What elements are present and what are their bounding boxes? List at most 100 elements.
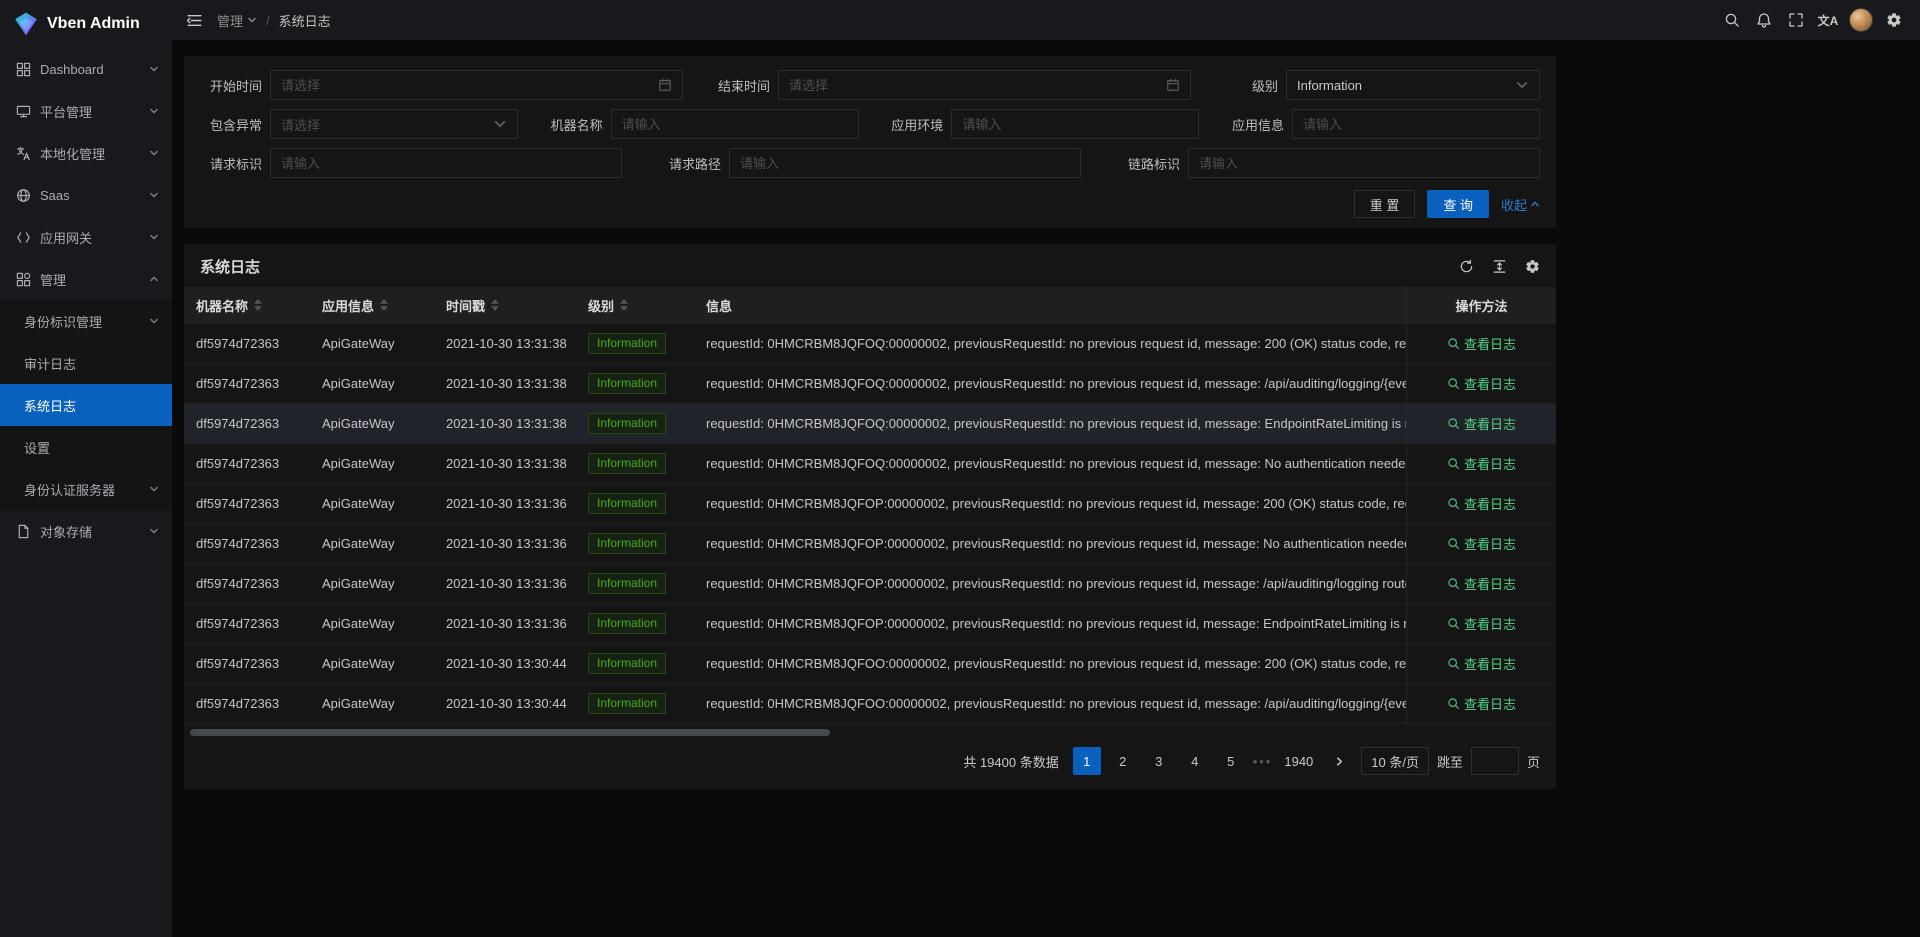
table-row[interactable]: df5974d72363 ApiGateWay 2021-10-30 13:31… <box>184 403 1556 443</box>
request-path-input[interactable] <box>740 156 1070 171</box>
page-button-2[interactable]: 2 <box>1109 747 1137 775</box>
cell-timestamp: 2021-10-30 13:31:36 <box>434 524 576 563</box>
page-size-select[interactable]: 10 条/页 <box>1361 747 1429 775</box>
settings-button[interactable] <box>1878 0 1910 40</box>
view-log-button[interactable]: 查看日志 <box>1447 414 1516 433</box>
table-row[interactable]: df5974d72363 ApiGateWay 2021-10-30 13:31… <box>184 523 1556 563</box>
log-table-panel: 系统日志 机器名称 应用信息 时间戳 级别 <box>184 244 1556 789</box>
cell-actions: 查看日志 <box>1406 444 1556 483</box>
page-button-last[interactable]: 1940 <box>1280 747 1317 775</box>
menu-fold-icon[interactable] <box>186 12 203 29</box>
table-row[interactable]: df5974d72363 ApiGateWay 2021-10-30 13:31… <box>184 483 1556 523</box>
pagination-ellipsis[interactable]: ••• <box>1253 754 1273 769</box>
table-row[interactable]: df5974d72363 ApiGateWay 2021-10-30 13:31… <box>184 603 1556 643</box>
sidebar-item-localization[interactable]: 本地化管理 <box>0 132 172 174</box>
row-height-icon[interactable] <box>1492 259 1507 274</box>
machine-input-wrap[interactable] <box>611 109 859 139</box>
magnifier-icon <box>1447 417 1460 430</box>
table-row[interactable]: df5974d72363 ApiGateWay 2021-10-30 13:30… <box>184 643 1556 683</box>
avatar[interactable] <box>1849 8 1873 32</box>
scrollbar-thumb[interactable] <box>190 729 830 736</box>
sort-icon[interactable] <box>491 299 499 311</box>
reset-button[interactable]: 重 置 <box>1354 190 1416 218</box>
view-log-button[interactable]: 查看日志 <box>1447 454 1516 473</box>
sort-icon[interactable] <box>620 299 628 311</box>
sidebar-item-platform[interactable]: 平台管理 <box>0 90 172 132</box>
table-row[interactable]: df5974d72363 ApiGateWay 2021-10-30 13:31… <box>184 363 1556 403</box>
locale-button[interactable]: 文A <box>1812 0 1844 40</box>
request-path-input-wrap[interactable] <box>729 148 1081 178</box>
chevron-down-icon <box>149 190 159 200</box>
request-id-input[interactable] <box>281 156 611 171</box>
col-header-timestamp[interactable]: 时间戳 <box>434 287 576 323</box>
view-log-button[interactable]: 查看日志 <box>1447 374 1516 393</box>
query-button[interactable]: 查 询 <box>1427 190 1489 218</box>
search-button[interactable] <box>1716 0 1748 40</box>
view-log-button[interactable]: 查看日志 <box>1447 534 1516 553</box>
fullscreen-button[interactable] <box>1780 0 1812 40</box>
env-input[interactable] <box>962 117 1188 132</box>
table-row[interactable]: df5974d72363 ApiGateWay 2021-10-30 13:30… <box>184 683 1556 723</box>
level-badge: Information <box>588 413 666 434</box>
app-title: Vben Admin <box>47 15 140 33</box>
sidebar-item-management[interactable]: 管理 <box>0 258 172 300</box>
chevron-right-icon <box>1334 756 1345 767</box>
jump-page-input[interactable] <box>1471 747 1519 775</box>
sort-icon[interactable] <box>380 299 388 311</box>
exception-select[interactable]: 请选择 <box>270 109 518 139</box>
collapse-toggle[interactable]: 收起 <box>1501 195 1540 214</box>
request-id-input-wrap[interactable] <box>270 148 622 178</box>
view-log-button[interactable]: 查看日志 <box>1447 694 1516 713</box>
end-time-input[interactable] <box>789 78 1158 93</box>
view-log-button[interactable]: 查看日志 <box>1447 614 1516 633</box>
table-row[interactable]: df5974d72363 ApiGateWay 2021-10-30 13:31… <box>184 443 1556 483</box>
trace-id-input[interactable] <box>1199 156 1529 171</box>
page-button-1[interactable]: 1 <box>1073 747 1101 775</box>
page-button-4[interactable]: 4 <box>1181 747 1209 775</box>
sidebar-item-audit-log[interactable]: 审计日志 <box>0 342 172 384</box>
horizontal-scrollbar <box>190 727 1550 737</box>
start-time-datepicker[interactable] <box>270 70 683 100</box>
sidebar-item-object-storage[interactable]: 对象存储 <box>0 510 172 552</box>
sidebar-item-settings[interactable]: 设置 <box>0 426 172 468</box>
column-settings-gear-icon[interactable] <box>1525 259 1540 274</box>
app-logo[interactable]: Vben Admin <box>0 0 172 48</box>
table-row[interactable]: df5974d72363 ApiGateWay 2021-10-30 13:31… <box>184 563 1556 603</box>
col-header-appinfo[interactable]: 应用信息 <box>310 287 434 323</box>
table-row[interactable]: df5974d72363 ApiGateWay 2021-10-30 13:31… <box>184 323 1556 363</box>
vben-logo-icon <box>13 11 39 37</box>
cell-machine-name: df5974d72363 <box>184 324 310 363</box>
sidebar-item-dashboard[interactable]: Dashboard <box>0 48 172 90</box>
sidebar-item-auth-server[interactable]: 身份认证服务器 <box>0 468 172 510</box>
appinfo-input-wrap[interactable] <box>1292 109 1540 139</box>
trace-id-input-wrap[interactable] <box>1188 148 1540 178</box>
sidebar-item-system-log[interactable]: 系统日志 <box>0 384 172 426</box>
next-page-button[interactable] <box>1325 747 1353 775</box>
start-time-input[interactable] <box>281 78 650 93</box>
sidebar-item-saas[interactable]: Saas <box>0 174 172 216</box>
request-id-label: 请求标识 <box>200 154 262 173</box>
appinfo-input[interactable] <box>1303 117 1529 132</box>
view-log-button[interactable]: 查看日志 <box>1447 494 1516 513</box>
calendar-icon <box>1166 78 1180 92</box>
col-header-machine[interactable]: 机器名称 <box>184 287 310 323</box>
cell-actions: 查看日志 <box>1406 684 1556 723</box>
end-time-datepicker[interactable] <box>778 70 1191 100</box>
view-log-button[interactable]: 查看日志 <box>1447 654 1516 673</box>
view-log-button[interactable]: 查看日志 <box>1447 574 1516 593</box>
sidebar-item-identity-management[interactable]: 身份标识管理 <box>0 300 172 342</box>
col-header-level[interactable]: 级别 <box>576 287 694 323</box>
page-button-3[interactable]: 3 <box>1145 747 1173 775</box>
cell-app-info: ApiGateWay <box>310 684 434 723</box>
page-button-5[interactable]: 5 <box>1217 747 1245 775</box>
sidebar-item-gateway[interactable]: 应用网关 <box>0 216 172 258</box>
machine-input[interactable] <box>622 117 848 132</box>
env-input-wrap[interactable] <box>951 109 1199 139</box>
refresh-icon[interactable] <box>1459 259 1474 274</box>
table-title: 系统日志 <box>200 256 260 277</box>
sort-icon[interactable] <box>254 299 262 311</box>
level-select[interactable]: Information <box>1286 70 1540 100</box>
view-log-button[interactable]: 查看日志 <box>1447 334 1516 353</box>
notification-button[interactable] <box>1748 0 1780 40</box>
breadcrumb-management[interactable]: 管理 <box>217 11 257 30</box>
